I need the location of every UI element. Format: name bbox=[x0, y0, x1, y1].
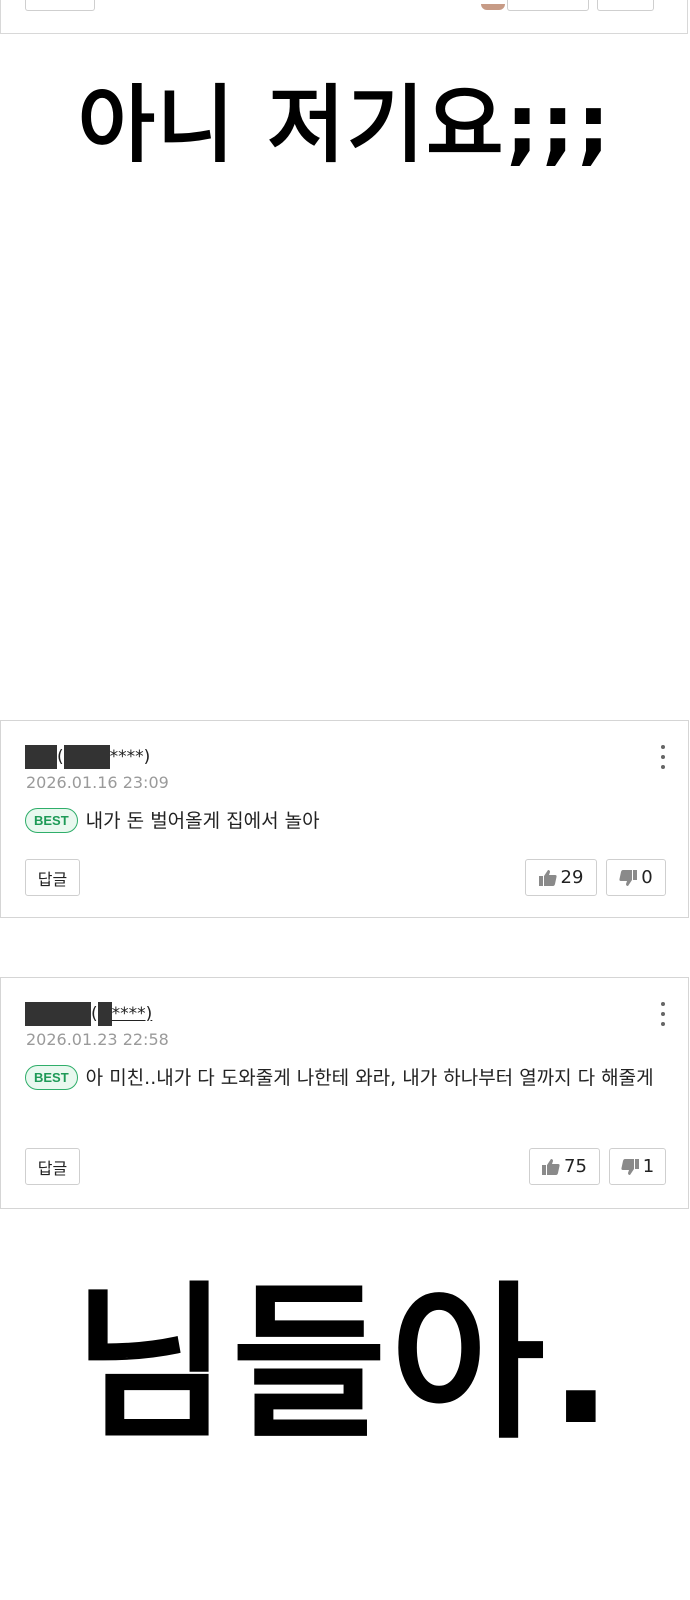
dislike-button[interactable]: 0 bbox=[606, 859, 666, 896]
comment-card: ( ****) 2026.01.23 22:58 BEST 아 미친..내가 다 … bbox=[0, 977, 689, 1209]
reply-button[interactable]: 답글 bbox=[25, 859, 80, 896]
best-badge: BEST bbox=[25, 808, 78, 833]
comment-date: 2026.01.16 23:09 bbox=[26, 773, 169, 792]
previous-like-button[interactable] bbox=[507, 0, 589, 11]
comment-text: 내가 돈 벌어올게 집에서 놀아 bbox=[85, 810, 320, 832]
more-vertical-icon[interactable] bbox=[656, 745, 670, 769]
comment-author: ( ****) bbox=[25, 745, 150, 769]
like-button[interactable]: 29 bbox=[525, 859, 597, 896]
caption-top: 아니 저기요;;; bbox=[77, 76, 613, 174]
reply-button[interactable]: 답글 bbox=[25, 1148, 80, 1185]
previous-comment-card bbox=[0, 0, 688, 34]
thumbs-up-icon bbox=[538, 869, 557, 886]
author-id-suffix: ****) bbox=[111, 1004, 153, 1024]
previous-dislike-button[interactable] bbox=[597, 0, 654, 11]
thumbs-down-icon bbox=[621, 1158, 639, 1175]
author-id-suffix: ****) bbox=[109, 747, 151, 767]
thumbs-down-icon bbox=[619, 869, 638, 886]
comment-body: BEST 내가 돈 벌어올게 집에서 놀아 bbox=[25, 805, 666, 838]
like-count: 29 bbox=[560, 867, 584, 888]
comment-card: ( ****) 2026.01.16 23:09 BEST 내가 돈 벌어올게 집… bbox=[0, 720, 689, 918]
avatar bbox=[481, 4, 505, 10]
more-vertical-icon[interactable] bbox=[656, 1002, 670, 1026]
redacted-id bbox=[97, 1002, 112, 1026]
comment-body: BEST 아 미친..내가 다 도와줄게 나한테 와라, 내가 하나부터 열까지 … bbox=[25, 1062, 666, 1095]
dislike-count: 0 bbox=[641, 867, 653, 888]
redacted-name bbox=[25, 745, 57, 769]
redacted-name bbox=[25, 1002, 91, 1026]
thumbs-up-icon bbox=[542, 1158, 560, 1175]
caption-bottom: 님들아. bbox=[73, 1266, 617, 1462]
comment-text: 아 미친..내가 다 도와줄게 나한테 와라, 내가 하나부터 열까지 다 해줄… bbox=[85, 1067, 654, 1089]
previous-reply-button[interactable] bbox=[25, 0, 95, 11]
dislike-count: 1 bbox=[642, 1156, 655, 1177]
comment-author: ( ****) bbox=[25, 1002, 152, 1026]
comment-date: 2026.01.23 22:58 bbox=[26, 1030, 169, 1049]
like-count: 75 bbox=[564, 1156, 587, 1177]
like-button[interactable]: 75 bbox=[529, 1148, 600, 1185]
redacted-id bbox=[63, 745, 110, 769]
dislike-button[interactable]: 1 bbox=[609, 1148, 666, 1185]
best-badge: BEST bbox=[25, 1065, 78, 1090]
